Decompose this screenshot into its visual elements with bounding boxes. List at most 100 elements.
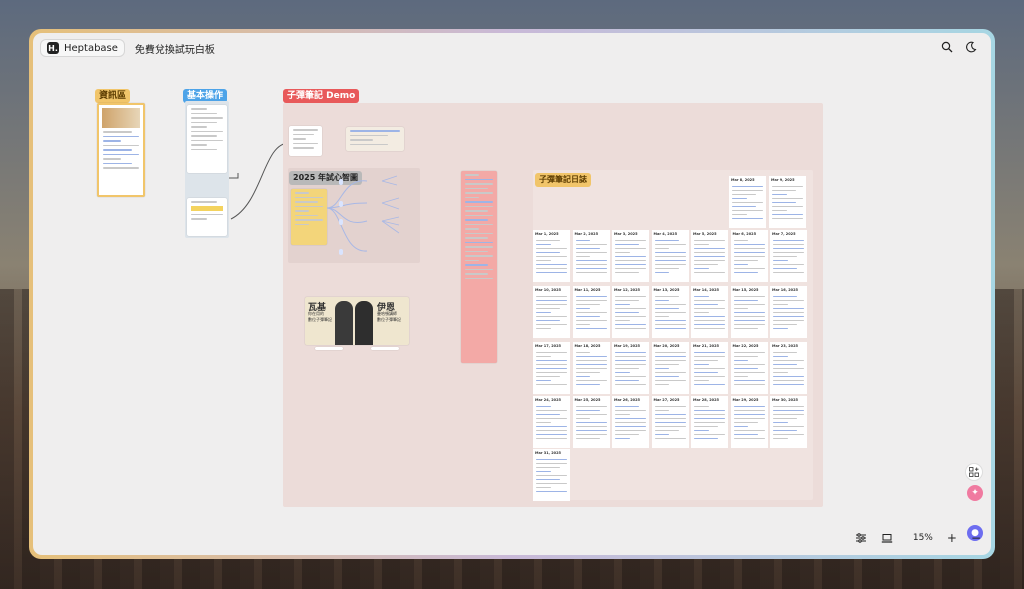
journal-day-card[interactable]: Mar 28, 2025 [691, 396, 728, 448]
journal-entry-line [733, 311, 765, 313]
journal-day-card[interactable]: Mar 15, 2025 [730, 286, 768, 338]
journal-entry-line [615, 355, 646, 357]
journal-entry-line [732, 213, 747, 215]
demo-monthly-log-card[interactable] [461, 171, 497, 363]
journal-day-card[interactable]: Mar 6, 2025 [730, 230, 768, 282]
journal-day-card[interactable]: Mar 21, 2025 [691, 342, 728, 394]
promo-poster[interactable]: 瓦基 你在用的 數位子彈筆記 伊恩 曼哈頓講師 數位子彈筆記 [305, 297, 409, 345]
journal-entry-line [773, 239, 804, 241]
demo-card-intro[interactable] [289, 126, 322, 156]
journal-day-card[interactable]: Mar 22, 2025 [730, 342, 768, 394]
ai-chat-button[interactable]: ✦ [967, 485, 983, 501]
sliders-icon[interactable] [855, 532, 867, 544]
journal-entry-line [536, 267, 567, 269]
laptop-icon[interactable] [881, 532, 893, 544]
journal-day-date: Mar 31, 2025 [535, 451, 561, 455]
journal-day-card[interactable]: Mar 12, 2025 [612, 286, 649, 338]
mindmap-node[interactable]: ​ [339, 179, 343, 185]
journal-entry-line [615, 327, 646, 329]
journal-day-card[interactable]: Mar 20, 2025 [651, 342, 689, 394]
journal-day-card[interactable]: Mar 7, 2025 [770, 230, 807, 282]
zoom-level[interactable]: 15% [913, 533, 933, 543]
journal-day-card[interactable]: Mar 18, 2025 [572, 342, 610, 394]
journal-entry-line [733, 425, 749, 427]
journal-entry-line [733, 271, 758, 273]
journal-day-card[interactable]: Mar 24, 2025 [533, 396, 570, 448]
journal-day-card[interactable]: Mar 1, 2025 [533, 230, 570, 282]
mindmap-node[interactable]: ​ [339, 249, 343, 255]
mindmap-node[interactable]: ​ [339, 201, 343, 207]
journal-day-card[interactable]: Mar 31, 2025 [533, 449, 570, 501]
journal-entry-line [615, 311, 640, 313]
section-label-info[interactable]: 資訊區 [95, 89, 131, 103]
journal-day-card[interactable]: Mar 17, 2025 [533, 342, 570, 394]
journal-entry-line [536, 466, 561, 468]
journal-entry-line [615, 383, 646, 385]
journal-entry-line [694, 437, 719, 439]
journal-day-date: Mar 23, 2025 [772, 344, 798, 348]
journal-entry-line [575, 425, 607, 427]
journal-day-card[interactable]: Mar 2, 2025 [572, 230, 610, 282]
mindmap-node[interactable]: ​ [339, 219, 343, 225]
journal-day-date: Mar 4, 2025 [653, 232, 678, 236]
journal-entry-line [773, 259, 788, 261]
zoom-in-button[interactable]: + [947, 531, 957, 545]
journal-day-card[interactable]: Mar 8, 2025 [729, 176, 766, 228]
journal-entry-line [575, 267, 607, 269]
journal-entry-line [733, 303, 765, 305]
journal-entry-line [733, 315, 765, 317]
section-label-demo[interactable]: 子彈筆記 Demo [283, 89, 360, 103]
info-card[interactable] [97, 103, 145, 197]
journal-entry-line [773, 379, 804, 381]
journal-entry-line [773, 263, 804, 265]
journal-entry-line [733, 367, 758, 369]
journal-day-card[interactable]: Mar 25, 2025 [572, 396, 610, 448]
journal-day-card[interactable]: Mar 26, 2025 [612, 396, 649, 448]
journal-entry-line [733, 375, 749, 377]
journal-day-card[interactable]: Mar 29, 2025 [730, 396, 768, 448]
journal-day-card[interactable]: Mar 23, 2025 [770, 342, 807, 394]
journal-day-card[interactable]: Mar 14, 2025 [691, 286, 728, 338]
journal-entry-line [732, 193, 757, 195]
journal-day-card[interactable]: Mar 13, 2025 [651, 286, 689, 338]
journal-entry-line [694, 271, 725, 273]
journal-day-card[interactable]: Mar 5, 2025 [691, 230, 728, 282]
journal-entry-line [654, 405, 686, 407]
mindmap-root-card[interactable] [291, 189, 327, 245]
journal-day-card[interactable]: Mar 30, 2025 [770, 396, 807, 448]
journal-day-card[interactable]: Mar 4, 2025 [651, 230, 689, 282]
journal-entry-line [694, 327, 725, 329]
journal-entry-line [733, 299, 758, 301]
journal-entry-line [536, 478, 561, 480]
journal-entry-line [694, 417, 725, 419]
journal-day-card[interactable]: Mar 10, 2025 [533, 286, 570, 338]
poster-caption-left [315, 347, 343, 350]
journal-entry-line [773, 359, 804, 361]
journal-entry-line [733, 363, 765, 365]
journal-day-card[interactable]: Mar 27, 2025 [651, 396, 689, 448]
journal-entry-line [733, 359, 749, 361]
journal-day-card[interactable]: Mar 16, 2025 [770, 286, 807, 338]
journal-day-card[interactable]: Mar 3, 2025 [612, 230, 649, 282]
journal-entry-line [732, 217, 763, 219]
journal-entry-line [773, 383, 804, 385]
journal-entry-line [773, 307, 804, 309]
journal-entry-line [536, 429, 567, 431]
journal-entry-line [575, 251, 607, 253]
poster-right-tag: 數位子彈筆記 [377, 317, 401, 322]
basic-card-intro[interactable] [187, 105, 227, 173]
journal-entry-line [694, 311, 709, 313]
journal-entry-line [772, 209, 787, 211]
section-label-journal[interactable]: 子彈筆記日誌 [535, 173, 591, 187]
journal-day-card[interactable]: Mar 11, 2025 [572, 286, 610, 338]
demo-card-note[interactable] [346, 127, 404, 151]
journal-entry-line [773, 367, 804, 369]
zoom-out-button[interactable]: − [971, 531, 981, 545]
journal-entry-line [694, 319, 725, 321]
basic-card-steps[interactable] [187, 198, 227, 236]
info-card-cover-image [102, 108, 140, 128]
add-card-button[interactable] [965, 463, 983, 481]
journal-day-card[interactable]: Mar 19, 2025 [612, 342, 649, 394]
journal-day-card[interactable]: Mar 9, 2025 [769, 176, 806, 228]
journal-entry-line [773, 417, 798, 419]
